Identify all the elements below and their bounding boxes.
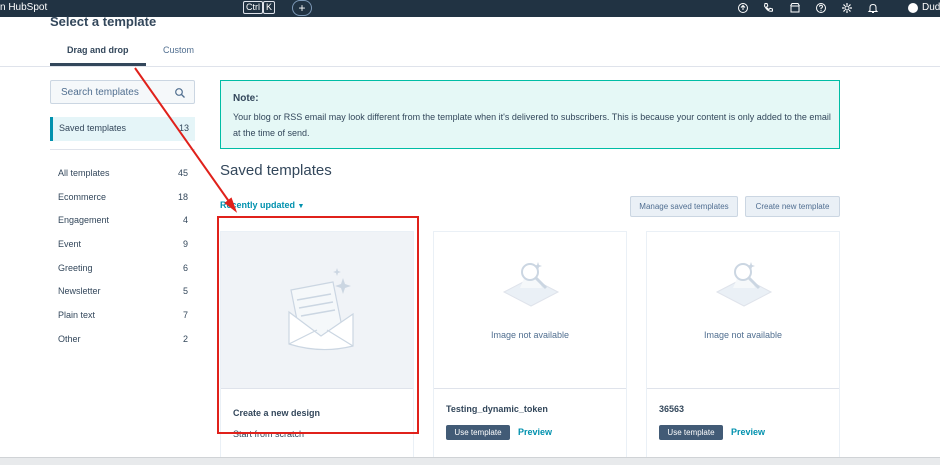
sidebar-item-label: Other (58, 334, 81, 344)
sidebar-item-count: 7 (182, 310, 188, 320)
sidebar-item-other[interactable]: Other 2 (58, 334, 188, 344)
search-placeholder: Search templates (61, 87, 139, 98)
sidebar-item-count: 18 (177, 192, 188, 202)
preview-link[interactable]: Preview (731, 427, 765, 437)
sidebar-item-newsletter[interactable]: Newsletter 5 (58, 286, 188, 296)
brand-label: n HubSpot (0, 2, 48, 13)
sidebar-item-all-templates[interactable]: All templates 45 (58, 168, 188, 178)
os-taskbar (0, 457, 940, 465)
tabs-divider (0, 66, 940, 67)
sort-dropdown[interactable]: Recently updated ▼ (220, 200, 304, 210)
card-divider (647, 388, 839, 389)
sort-label: Recently updated (220, 200, 296, 210)
page-title: Select a template (50, 14, 157, 29)
sidebar-item-label: Newsletter (58, 286, 101, 296)
preview-link[interactable]: Preview (518, 427, 552, 437)
help-icon[interactable] (815, 2, 827, 14)
image-unavailable-icon (715, 262, 773, 307)
sidebar-item-label: Event (58, 239, 82, 249)
sidebar-item-count: 13 (178, 123, 189, 133)
note-banner: Note: Your blog or RSS email may look di… (220, 80, 840, 149)
sidebar-item-label: Saved templates (59, 123, 127, 133)
sidebar-item-count: 4 (182, 215, 188, 225)
phone-icon[interactable] (762, 2, 774, 14)
section-title: Saved templates (220, 162, 332, 179)
sidebar-item-plain-text[interactable]: Plain text 7 (58, 310, 188, 320)
sidebar-divider (50, 149, 195, 150)
sidebar-item-count: 5 (182, 286, 188, 296)
sidebar-item-greeting[interactable]: Greeting 6 (58, 263, 188, 273)
manage-saved-templates-button[interactable]: Manage saved templates (630, 196, 738, 217)
template-name: 36563 (659, 404, 685, 414)
create-new-template-button[interactable]: Create new template (745, 196, 840, 217)
template-name: Testing_dynamic_token (446, 404, 548, 414)
note-title: Note: (233, 93, 259, 104)
upgrade-icon[interactable] (737, 2, 749, 14)
sidebar-item-saved-templates[interactable]: Saved templates 13 (50, 117, 195, 141)
template-thumbnail: Image not available (434, 232, 626, 388)
search-input[interactable]: Search templates (50, 80, 195, 104)
template-thumbnail: Image not available (647, 232, 839, 388)
sidebar-item-label: Ecommerce (58, 192, 107, 202)
note-body: Your blog or RSS email may look differen… (233, 112, 831, 138)
sidebar-item-event[interactable]: Event 9 (58, 239, 188, 249)
avatar[interactable] (908, 3, 918, 13)
template-card-36563[interactable]: Image not available 36563 Use template P… (646, 231, 840, 465)
template-card-testing-dynamic-token[interactable]: Image not available Testing_dynamic_toke… (433, 231, 627, 465)
add-tab-button[interactable]: + (292, 0, 312, 16)
use-template-button[interactable]: Use template (659, 425, 723, 440)
marketplace-icon[interactable] (789, 2, 801, 14)
card-divider (434, 388, 626, 389)
image-unavailable-icon (502, 262, 560, 307)
image-unavailable-text: Image not available (703, 330, 783, 340)
sidebar-item-label: Greeting (58, 263, 93, 273)
notifications-icon[interactable] (867, 2, 879, 14)
image-unavailable-text: Image not available (490, 330, 570, 340)
shortcut-key-k: K (263, 1, 276, 14)
use-template-button[interactable]: Use template (446, 425, 510, 440)
settings-icon[interactable] (841, 2, 853, 14)
tab-drag-and-drop[interactable]: Drag and drop (67, 45, 129, 55)
caret-down-icon: ▼ (297, 203, 305, 210)
sidebar-item-label: Engagement (58, 215, 110, 225)
tab-custom[interactable]: Custom (163, 45, 194, 55)
sidebar-item-label: Plain text (58, 310, 96, 320)
sidebar-item-engagement[interactable]: Engagement 4 (58, 215, 188, 225)
shortcut-key-ctrl: Ctrl (243, 1, 263, 14)
sidebar-item-ecommerce[interactable]: Ecommerce 18 (58, 192, 188, 202)
sidebar-item-count: 45 (177, 168, 188, 178)
sidebar-item-label: All templates (58, 168, 110, 178)
annotation-highlight-box (217, 216, 419, 434)
search-icon[interactable] (174, 86, 186, 98)
user-name[interactable]: Dud (922, 2, 940, 13)
sidebar-item-count: 9 (182, 239, 188, 249)
sidebar-item-count: 2 (182, 334, 188, 344)
sidebar-item-count: 6 (182, 263, 188, 273)
